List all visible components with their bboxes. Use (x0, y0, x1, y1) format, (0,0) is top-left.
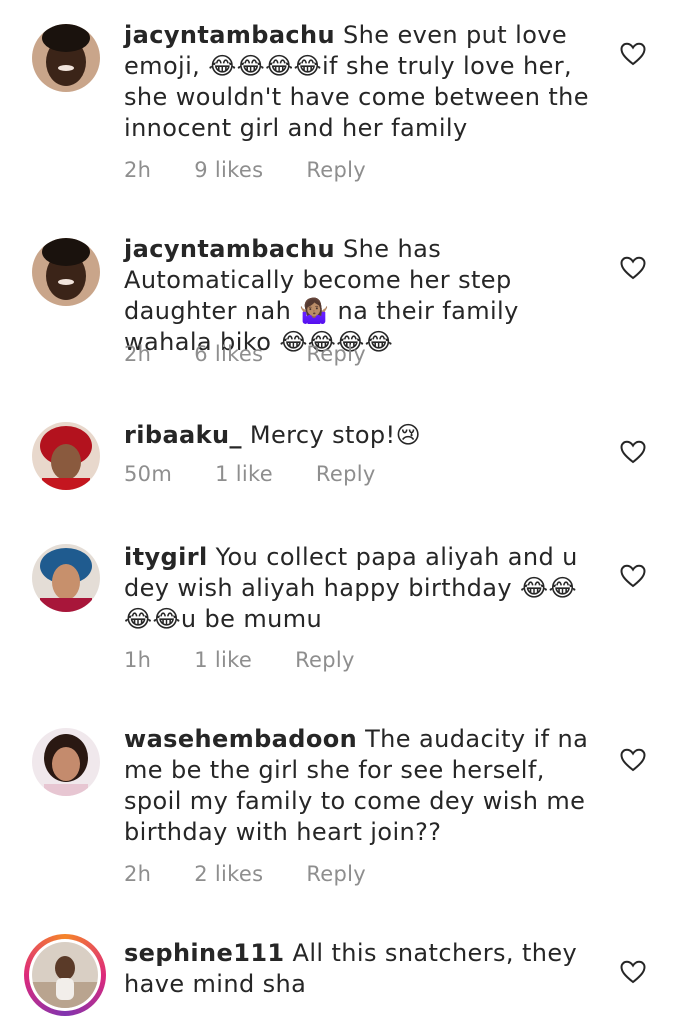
comment-text: itygirl You collect papa aliyah and u dey… (124, 542, 594, 635)
comment-meta: 2h 6 likes Reply (124, 342, 402, 366)
comment-text: jacyntambachu She even put love emoji, 😂😂… (124, 20, 594, 144)
avatar[interactable] (32, 24, 100, 92)
comment-text: ribaaku_ Mercy stop!😢 (124, 420, 594, 451)
comment-username[interactable]: wasehembadoon (124, 725, 357, 753)
comment-time: 2h (124, 862, 152, 886)
comment-likes[interactable]: 9 likes (194, 158, 263, 182)
comment-text: wasehembadoon The audacity if na me be th… (124, 724, 594, 848)
reply-button[interactable]: Reply (306, 862, 366, 886)
comment-meta: 1h 1 like Reply (124, 648, 391, 672)
comment-likes[interactable]: 6 likes (194, 342, 263, 366)
comment-meta: 2h 2 likes Reply (124, 862, 402, 886)
comment-username[interactable]: ribaaku_ (124, 421, 242, 449)
comment-username[interactable]: jacyntambachu (124, 235, 335, 263)
reply-button[interactable]: Reply (295, 648, 355, 672)
comment-text: sephine111 All this snatchers, they have … (124, 938, 594, 1000)
reply-button[interactable]: Reply (306, 342, 366, 366)
comment-meta: 2h 9 likes Reply (124, 158, 402, 182)
avatar (32, 942, 98, 1008)
comment-time: 2h (124, 158, 152, 182)
avatar[interactable] (32, 728, 100, 796)
comment-username[interactable]: sephine111 (124, 939, 285, 967)
avatar[interactable] (32, 238, 100, 306)
avatar[interactable] (32, 422, 100, 490)
comment-username[interactable]: jacyntambachu (124, 21, 335, 49)
comment-body: Mercy stop!😢 (249, 421, 422, 449)
comment-time: 2h (124, 342, 152, 366)
comment-likes[interactable]: 1 like (215, 462, 273, 486)
comment-likes[interactable]: 2 likes (194, 862, 263, 886)
heart-outline-icon[interactable] (620, 256, 646, 280)
comment-meta: 50m 1 like Reply (124, 462, 412, 486)
heart-outline-icon[interactable] (620, 42, 646, 66)
comment-username[interactable]: itygirl (124, 543, 208, 571)
comment-likes[interactable]: 1 like (194, 648, 252, 672)
comments-list: jacyntambachu She even put love emoji, 😂😂… (0, 0, 686, 1017)
comment-text: jacyntambachu She has Automatically becom… (124, 234, 594, 358)
avatar-story-ring[interactable] (24, 934, 106, 1016)
heart-outline-icon[interactable] (620, 748, 646, 772)
comment-time: 1h (124, 648, 152, 672)
reply-button[interactable]: Reply (306, 158, 366, 182)
heart-outline-icon[interactable] (620, 960, 646, 984)
comment-time: 50m (124, 462, 173, 486)
heart-outline-icon[interactable] (620, 440, 646, 464)
reply-button[interactable]: Reply (316, 462, 376, 486)
avatar[interactable] (32, 544, 100, 612)
heart-outline-icon[interactable] (620, 564, 646, 588)
